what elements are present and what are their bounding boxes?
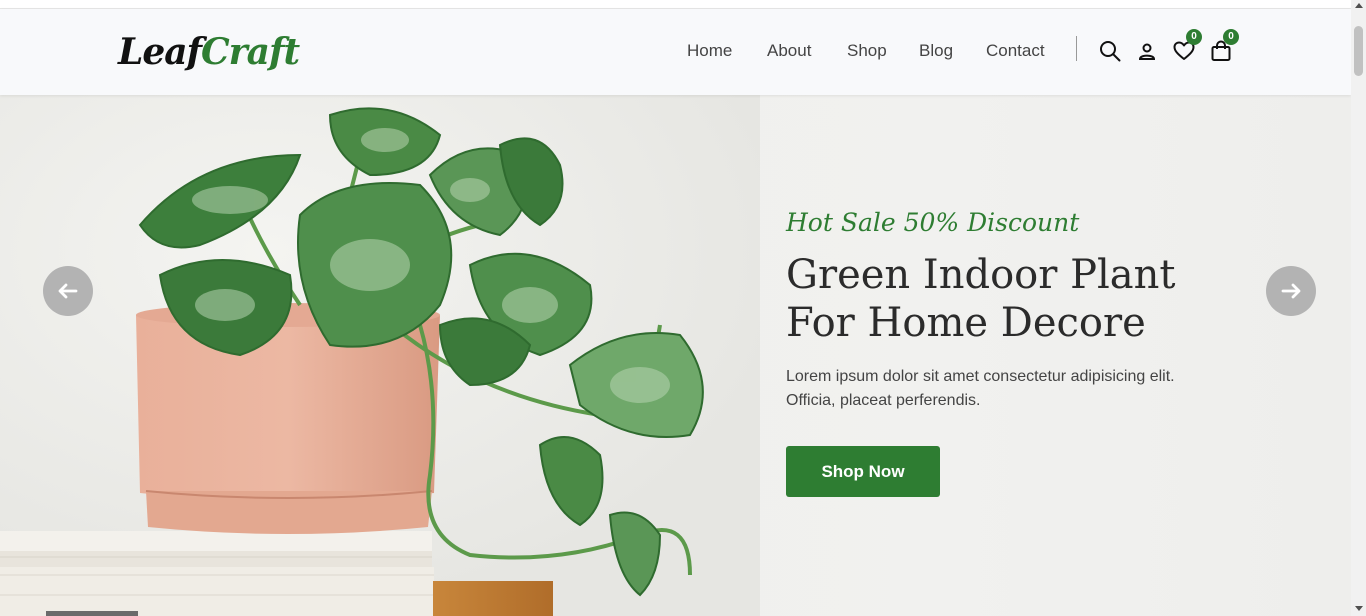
slider-prev-button[interactable]	[43, 266, 93, 316]
hero-title-line1: Green Indoor Plant	[786, 252, 1176, 298]
slider-next-button[interactable]	[1266, 266, 1316, 316]
page: LeafCraft Home About Shop Blog Contact 0	[0, 0, 1351, 616]
hero-slider: Hot Sale 50% Discount Green Indoor Plant…	[0, 95, 1351, 616]
nav-blog-link[interactable]: Blog	[919, 39, 953, 63]
logo-leaf-text: Leaf	[118, 31, 202, 73]
search-button[interactable]	[1098, 39, 1122, 63]
user-icon	[1138, 43, 1156, 60]
site-header: LeafCraft Home About Shop Blog Contact 0	[0, 9, 1351, 95]
shop-now-button[interactable]: Shop Now	[786, 446, 940, 497]
scroll-down-icon[interactable]	[1355, 606, 1363, 611]
cart-count-badge: 0	[1223, 29, 1239, 45]
nav-home-link[interactable]: Home	[687, 39, 732, 63]
site-logo[interactable]: LeafCraft	[118, 29, 300, 75]
logo-craft-text: Craft	[201, 31, 300, 73]
arrow-left-icon	[58, 283, 78, 299]
scroll-thumb[interactable]	[1354, 26, 1363, 76]
nav-shop-link[interactable]: Shop	[847, 39, 887, 63]
arrow-right-icon	[1281, 283, 1301, 299]
nav-contact-link[interactable]: Contact	[986, 39, 1045, 63]
hero-plant-image	[0, 95, 760, 616]
account-button[interactable]	[1135, 39, 1159, 63]
wishlist-button[interactable]: 0	[1172, 29, 1202, 63]
nav-divider	[1076, 36, 1077, 61]
scroll-up-icon[interactable]	[1355, 3, 1363, 8]
hero-description: Lorem ipsum dolor sit amet consectetur a…	[786, 368, 1175, 409]
wishlist-count-badge: 0	[1186, 29, 1202, 45]
hero-title: Green Indoor Plant For Home Decore	[786, 251, 1206, 347]
browser-top-line	[0, 0, 1351, 9]
page-scrollbar[interactable]	[1351, 0, 1366, 616]
hero-sale-text: Hot Sale 50% Discount	[786, 208, 1080, 237]
search-icon	[1100, 41, 1121, 62]
hero-title-line2: For Home Decore	[786, 300, 1146, 346]
nav-about-link[interactable]: About	[767, 39, 811, 63]
cart-button[interactable]: 0	[1209, 29, 1239, 63]
